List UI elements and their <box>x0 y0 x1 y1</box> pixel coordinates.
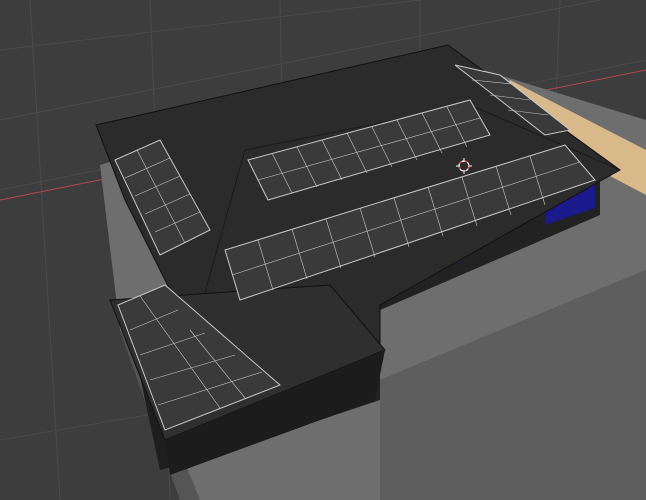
3d-viewport[interactable] <box>0 0 646 500</box>
scene-canvas[interactable] <box>0 0 646 500</box>
